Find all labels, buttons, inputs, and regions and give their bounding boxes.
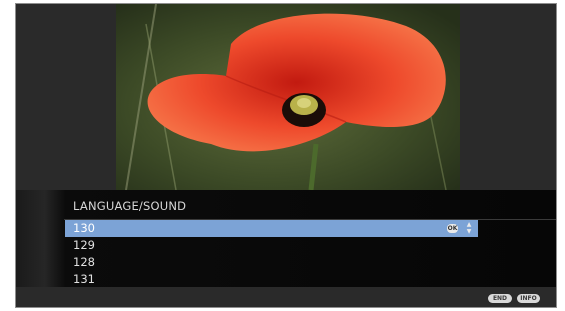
list-item-label: 131 bbox=[73, 272, 95, 286]
list-item-label: 128 bbox=[73, 255, 95, 269]
list-item-selected[interactable]: 130 OK ▲ ▼ bbox=[65, 220, 478, 237]
up-down-arrows-icon: ▲ ▼ bbox=[466, 221, 472, 235]
list-item[interactable]: 129 bbox=[65, 237, 478, 254]
info-button-icon[interactable]: INFO bbox=[517, 294, 540, 303]
footer-bar: END INFO bbox=[16, 287, 556, 307]
tv-screen: LANGUAGE/SOUND 130 OK ▲ ▼ 129 128 131 END… bbox=[15, 3, 557, 308]
menu-panel: LANGUAGE/SOUND 130 OK ▲ ▼ 129 128 131 bbox=[16, 190, 556, 288]
channel-list: 130 OK ▲ ▼ 129 128 131 bbox=[65, 220, 478, 288]
menu-title: LANGUAGE/SOUND bbox=[73, 199, 187, 213]
ok-icon: OK bbox=[447, 224, 458, 233]
list-item[interactable]: 131 bbox=[65, 271, 478, 288]
panel-side-bar bbox=[16, 190, 64, 287]
poppy-flower-image bbox=[116, 4, 460, 190]
list-item[interactable]: 128 bbox=[65, 254, 478, 271]
list-item-label: 129 bbox=[73, 238, 95, 252]
list-item-label: 130 bbox=[73, 221, 95, 235]
background-photo bbox=[116, 4, 460, 190]
end-button-icon[interactable]: END bbox=[488, 294, 512, 303]
